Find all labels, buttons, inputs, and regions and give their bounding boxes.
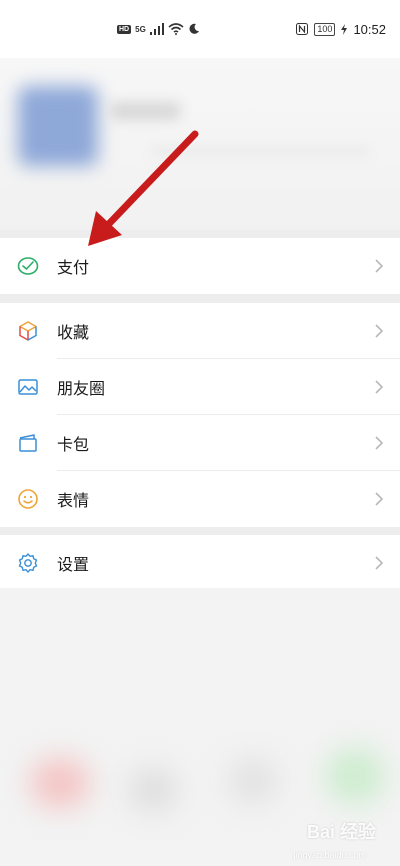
photo-icon bbox=[18, 379, 38, 395]
menu-item-stickers[interactable]: 表情 bbox=[0, 471, 400, 527]
status-bar: HD 5G 100 10:52 bbox=[0, 0, 400, 58]
menu-group-main: 收藏 朋友圈 卡包 表情 bbox=[0, 303, 400, 527]
section-gap bbox=[0, 294, 400, 303]
menu-item-label: 朋友圈 bbox=[57, 379, 106, 398]
blurred-blob bbox=[325, 748, 385, 804]
profile-name-blurred bbox=[110, 102, 180, 120]
clock: 10:52 bbox=[353, 21, 386, 37]
avatar[interactable] bbox=[18, 86, 98, 166]
moon-icon bbox=[189, 23, 199, 34]
menu-item-settings[interactable]: 设置 bbox=[0, 535, 400, 591]
menu-item-label: 表情 bbox=[57, 491, 90, 510]
menu-item-label: 卡包 bbox=[57, 435, 90, 454]
wifi-icon bbox=[168, 23, 184, 35]
nfc-icon bbox=[296, 23, 309, 35]
profile-id-blurred bbox=[150, 146, 370, 156]
blurred-blob bbox=[228, 758, 278, 804]
signal-icon bbox=[149, 23, 164, 35]
gear-icon bbox=[18, 553, 38, 573]
section-gap bbox=[0, 230, 400, 238]
blurred-background: Bai 经验 jingyan.baidu.com bbox=[0, 588, 400, 866]
network-type-label: 5G bbox=[135, 24, 146, 34]
smile-icon bbox=[18, 489, 38, 509]
chevron-right-icon bbox=[375, 556, 384, 570]
chevron-right-icon bbox=[375, 380, 384, 394]
status-icons-right: 100 10:52 bbox=[296, 19, 386, 39]
menu-item-moments[interactable]: 朋友圈 bbox=[0, 359, 400, 415]
chevron-right-icon bbox=[375, 259, 384, 273]
profile-header[interactable] bbox=[0, 58, 400, 236]
blurred-blob bbox=[128, 768, 178, 812]
charging-icon bbox=[341, 23, 348, 35]
watermark: Bai 经验 bbox=[306, 822, 376, 842]
hd-badge: HD bbox=[117, 24, 132, 34]
chevron-right-icon bbox=[375, 324, 384, 338]
chevron-right-icon bbox=[375, 492, 384, 506]
menu-item-favorites[interactable]: 收藏 bbox=[0, 303, 400, 359]
menu-item-pay[interactable]: 支付 bbox=[0, 238, 400, 294]
wallet-check-icon bbox=[17, 257, 39, 275]
cube-icon bbox=[19, 321, 37, 341]
card-wallet-icon bbox=[19, 434, 37, 452]
menu-item-label: 收藏 bbox=[57, 323, 90, 342]
section-gap bbox=[0, 527, 400, 535]
menu-group-pay: 支付 bbox=[0, 238, 400, 294]
watermark-url: jingyan.baidu.com bbox=[293, 850, 366, 860]
chevron-right-icon bbox=[375, 436, 384, 450]
menu-item-label: 支付 bbox=[57, 258, 90, 277]
menu-group-settings: 设置 bbox=[0, 535, 400, 591]
status-icons-left: HD 5G bbox=[117, 21, 200, 37]
blurred-blob bbox=[30, 758, 90, 808]
menu-item-cards[interactable]: 卡包 bbox=[0, 415, 400, 471]
menu-item-label: 设置 bbox=[57, 555, 90, 574]
battery-level: 100 bbox=[314, 22, 336, 36]
